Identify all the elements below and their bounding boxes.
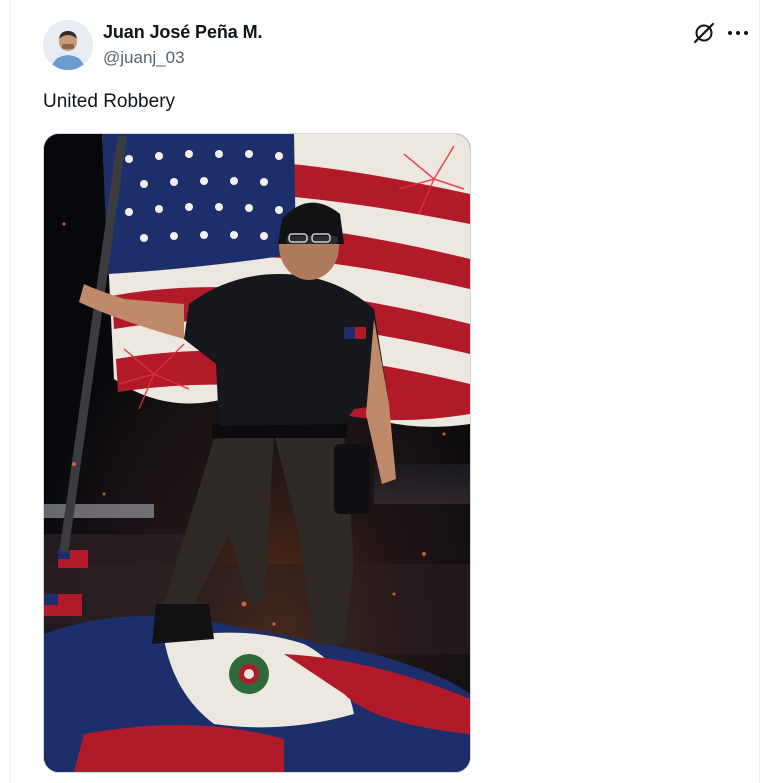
tweet-card[interactable]: Juan José Peña M. @juanj_03 United Robbe…: [10, 0, 760, 783]
more-options-icon: [728, 31, 748, 35]
tweet-text: United Robbery: [43, 91, 176, 112]
post-image[interactable]: [43, 133, 471, 773]
more-options-button[interactable]: [724, 21, 752, 45]
author-name[interactable]: Juan José Peña M.: [103, 22, 262, 43]
author-avatar[interactable]: [43, 20, 93, 70]
user-avatar-icon: [43, 20, 93, 70]
grok-icon: [693, 22, 715, 44]
author-handle[interactable]: @juanj_03: [103, 48, 185, 68]
grok-button[interactable]: [692, 21, 716, 45]
photo-umpire-on-flag-icon: [44, 134, 470, 772]
